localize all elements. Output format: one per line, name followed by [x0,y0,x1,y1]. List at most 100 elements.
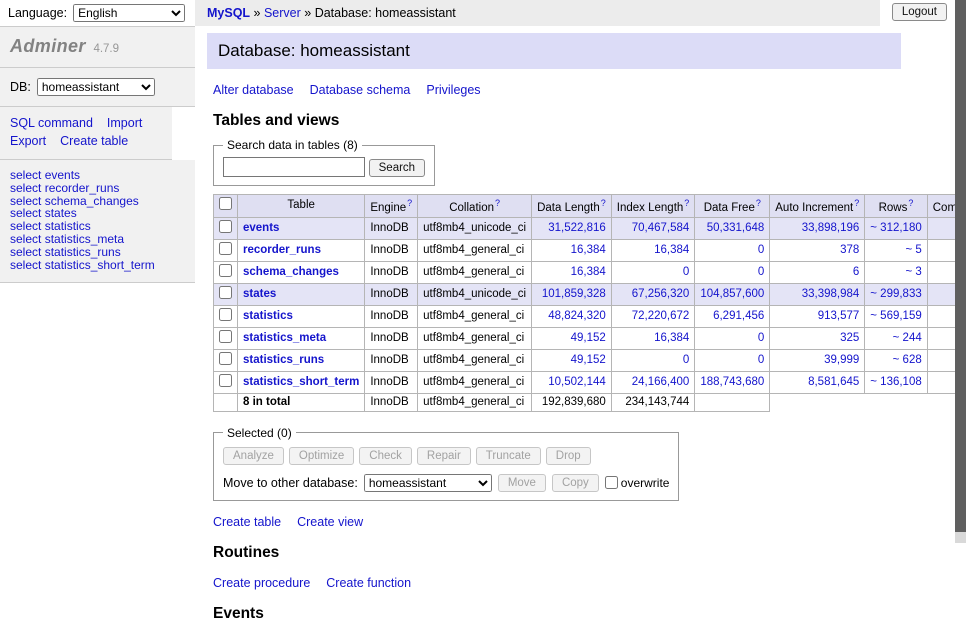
create-link[interactable]: Create view [297,515,363,529]
row-checkbox[interactable] [219,374,232,387]
sidebar-command-link[interactable]: Create table [60,134,128,148]
table-row[interactable]: statistics_metaInnoDButf8mb4_general_ci4… [214,327,966,349]
help-link[interactable]: ? [756,198,761,208]
data-free-link[interactable]: 0 [758,266,764,278]
table-name-link[interactable]: schema_changes [243,266,339,278]
table-name-link[interactable]: statistics_runs [243,354,324,366]
rows-link[interactable]: ~ 299,833 [870,288,921,300]
rows-link[interactable]: ~ 244 [893,332,922,344]
help-link[interactable]: ? [495,198,500,208]
auto-increment-link[interactable]: 33,898,196 [802,222,860,234]
language-select[interactable]: English [73,4,185,22]
move-db-select[interactable]: homeassistant [364,474,492,492]
scrollbar-thumb[interactable] [955,0,966,532]
table-name-link[interactable]: events [243,222,279,234]
row-checkbox[interactable] [219,352,232,365]
data-length-link[interactable]: 16,384 [571,244,606,256]
breadcrumb-item[interactable]: Server [264,6,301,20]
data-free-link[interactable]: 104,857,600 [700,288,764,300]
auto-increment-link[interactable]: 325 [840,332,859,344]
sidebar-table-link[interactable]: statistics_short_term [45,258,155,272]
data-length-link[interactable]: 49,152 [571,354,606,366]
index-length-link[interactable]: 24,166,400 [632,376,690,388]
db-select[interactable]: homeassistant [37,78,155,96]
table-row[interactable]: statistics_short_termInnoDButf8mb4_gener… [214,371,966,393]
copy-button[interactable]: Copy [552,474,599,492]
data-free-link[interactable]: 0 [758,354,764,366]
data-length-link[interactable]: 10,502,144 [548,376,606,388]
repair-button[interactable]: Repair [417,447,471,465]
optimize-button[interactable]: Optimize [289,447,354,465]
table-name-link[interactable]: recorder_runs [243,244,321,256]
create-link[interactable]: Create table [213,515,281,529]
index-length-link[interactable]: 16,384 [654,244,689,256]
sidebar-command-link[interactable]: Export [10,134,46,148]
table-row[interactable]: recorder_runsInnoDButf8mb4_general_ci16,… [214,239,966,261]
table-name-link[interactable]: statistics_meta [243,332,326,344]
breadcrumb-item[interactable]: MySQL [207,6,250,20]
index-length-link[interactable]: 0 [683,354,689,366]
rows-link[interactable]: ~ 628 [893,354,922,366]
rows-link[interactable]: ~ 3 [905,266,921,278]
search-button[interactable]: Search [369,159,425,177]
data-free-link[interactable]: 0 [758,244,764,256]
table-row[interactable]: statistics_runsInnoDButf8mb4_general_ci4… [214,349,966,371]
data-length-link[interactable]: 16,384 [571,266,606,278]
sidebar-command-link[interactable]: Import [107,116,142,130]
row-checkbox[interactable] [219,242,232,255]
analyze-button[interactable]: Analyze [223,447,284,465]
data-length-link[interactable]: 48,824,320 [548,310,606,322]
help-link[interactable]: ? [684,198,689,208]
table-row[interactable]: statisticsInnoDButf8mb4_general_ci48,824… [214,305,966,327]
auto-increment-link[interactable]: 8,581,645 [808,376,859,388]
table-name-link[interactable]: statistics_short_term [243,376,359,388]
table-row[interactable]: eventsInnoDButf8mb4_unicode_ci31,522,816… [214,217,966,239]
auto-increment-link[interactable]: 6 [853,266,859,278]
select-all-checkbox[interactable] [219,197,232,210]
data-free-link[interactable]: 50,331,648 [707,222,765,234]
db-action-link[interactable]: Alter database [213,83,294,97]
rows-link[interactable]: ~ 136,108 [870,376,921,388]
auto-increment-link[interactable]: 39,999 [824,354,859,366]
db-action-link[interactable]: Database schema [310,83,411,97]
index-length-link[interactable]: 0 [683,266,689,278]
table-name-link[interactable]: states [243,288,276,300]
scrollbar[interactable] [955,0,966,543]
search-input[interactable] [223,157,365,177]
data-length-link[interactable]: 49,152 [571,332,606,344]
check-button[interactable]: Check [359,447,412,465]
sidebar-select-link[interactable]: select [10,258,41,272]
logout-button[interactable]: Logout [892,3,947,21]
table-name-link[interactable]: statistics [243,310,293,322]
row-checkbox[interactable] [219,308,232,321]
row-checkbox[interactable] [219,220,232,233]
auto-increment-link[interactable]: 33,398,984 [802,288,860,300]
overwrite-checkbox[interactable] [605,476,618,489]
index-length-link[interactable]: 67,256,320 [632,288,690,300]
routine-link[interactable]: Create function [326,576,411,590]
rows-link[interactable]: ~ 569,159 [870,310,921,322]
data-length-link[interactable]: 101,859,328 [542,288,606,300]
drop-button[interactable]: Drop [546,447,591,465]
index-length-link[interactable]: 16,384 [654,332,689,344]
help-link[interactable]: ? [908,198,913,208]
row-checkbox[interactable] [219,264,232,277]
auto-increment-link[interactable]: 378 [840,244,859,256]
row-checkbox[interactable] [219,286,232,299]
table-row[interactable]: schema_changesInnoDButf8mb4_general_ci16… [214,261,966,283]
row-checkbox[interactable] [219,330,232,343]
truncate-button[interactable]: Truncate [476,447,541,465]
help-link[interactable]: ? [854,198,859,208]
index-length-link[interactable]: 72,220,672 [632,310,690,322]
sidebar-command-link[interactable]: SQL command [10,116,93,130]
table-row[interactable]: statesInnoDButf8mb4_unicode_ci101,859,32… [214,283,966,305]
routine-link[interactable]: Create procedure [213,576,310,590]
data-free-link[interactable]: 6,291,456 [713,310,764,322]
rows-link[interactable]: ~ 5 [905,244,921,256]
data-length-link[interactable]: 31,522,816 [548,222,606,234]
help-link[interactable]: ? [407,198,412,208]
index-length-link[interactable]: 70,467,584 [632,222,690,234]
auto-increment-link[interactable]: 913,577 [818,310,860,322]
db-action-link[interactable]: Privileges [426,83,480,97]
data-free-link[interactable]: 188,743,680 [700,376,764,388]
